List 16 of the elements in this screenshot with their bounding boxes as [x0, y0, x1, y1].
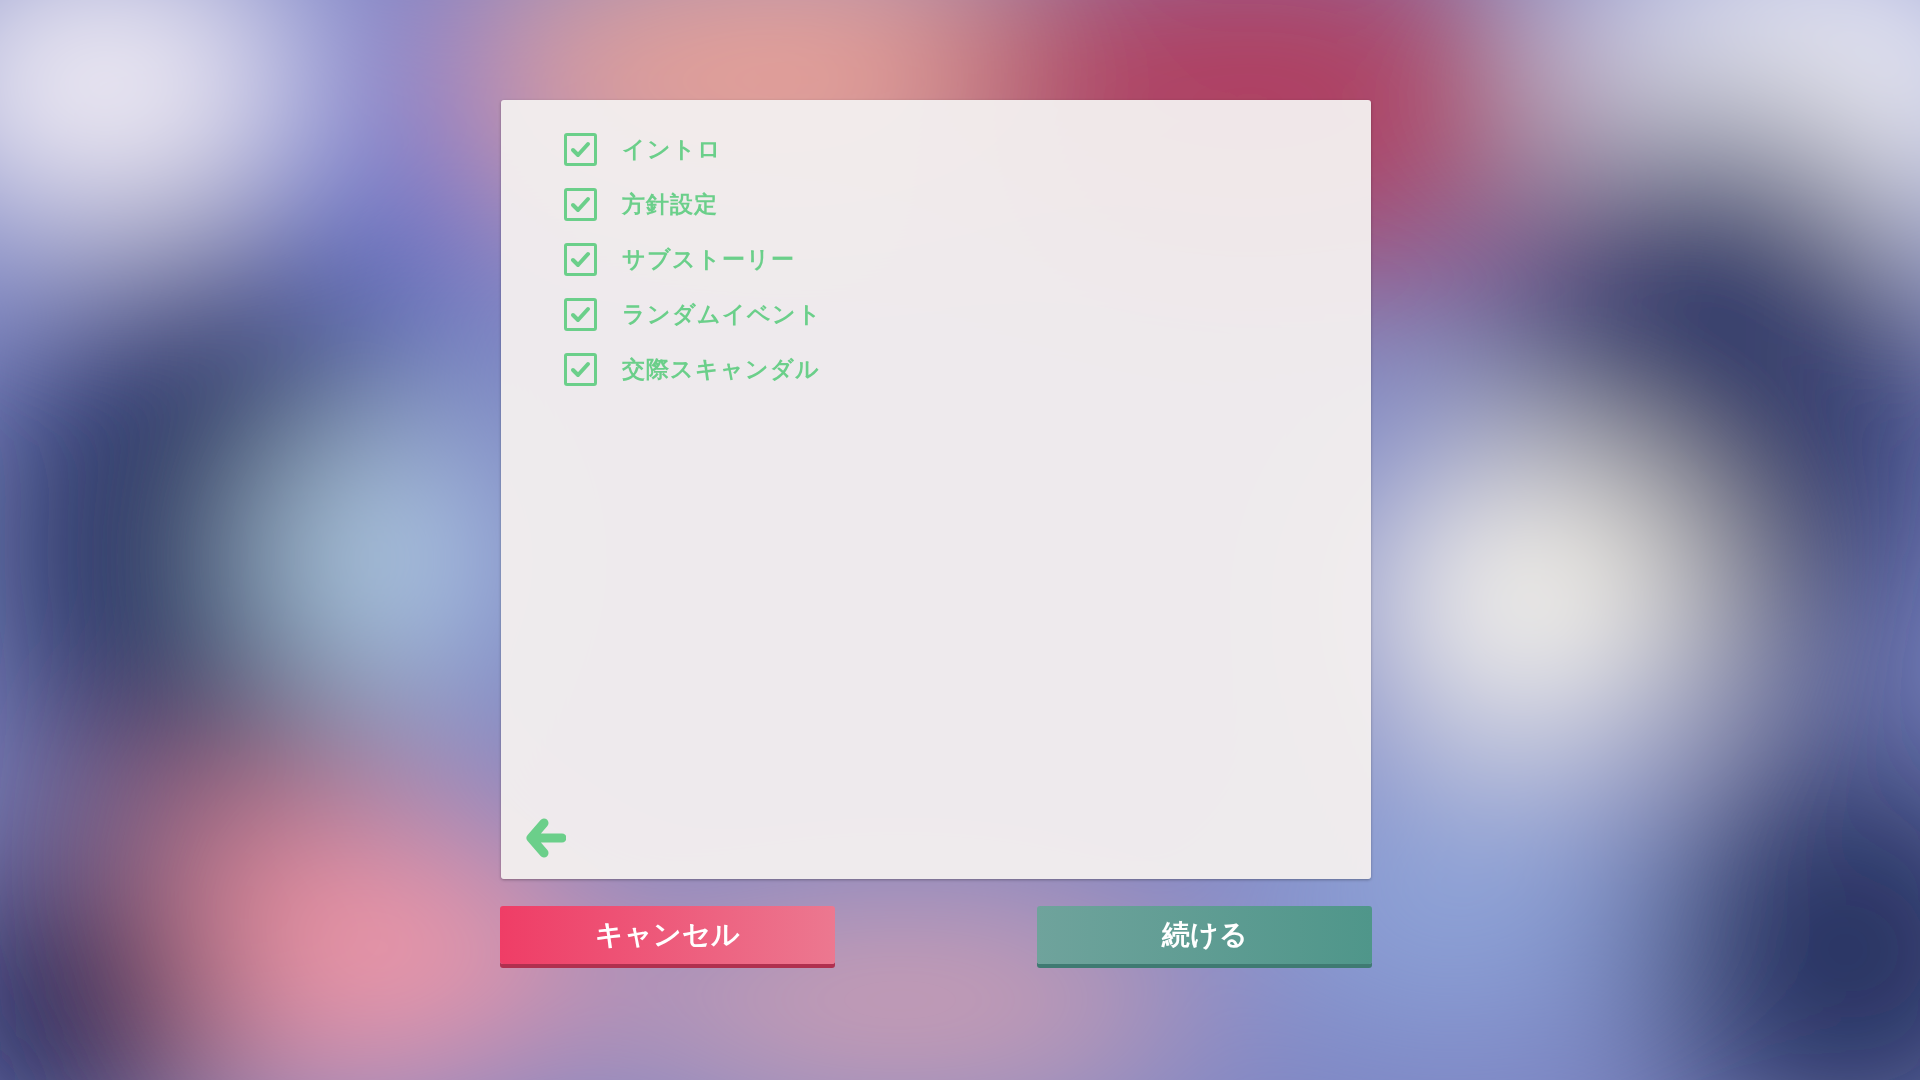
- check-icon: [570, 251, 591, 268]
- checkbox[interactable]: [564, 188, 597, 221]
- back-arrow-icon[interactable]: [525, 817, 567, 859]
- check-icon: [570, 196, 591, 213]
- checkbox[interactable]: [564, 353, 597, 386]
- checkbox-label: 方針設定: [622, 190, 718, 219]
- check-icon: [570, 361, 591, 378]
- checkbox[interactable]: [564, 133, 597, 166]
- check-icon: [570, 141, 591, 158]
- checkbox[interactable]: [564, 298, 597, 331]
- checkbox[interactable]: [564, 243, 597, 276]
- checkbox-label: サブストーリー: [622, 245, 795, 274]
- checkbox-label: イントロ: [622, 135, 722, 164]
- check-icon: [570, 306, 591, 323]
- checkbox-label: 交際スキャンダル: [622, 355, 820, 384]
- checkbox-label: ランダムイベント: [622, 300, 822, 329]
